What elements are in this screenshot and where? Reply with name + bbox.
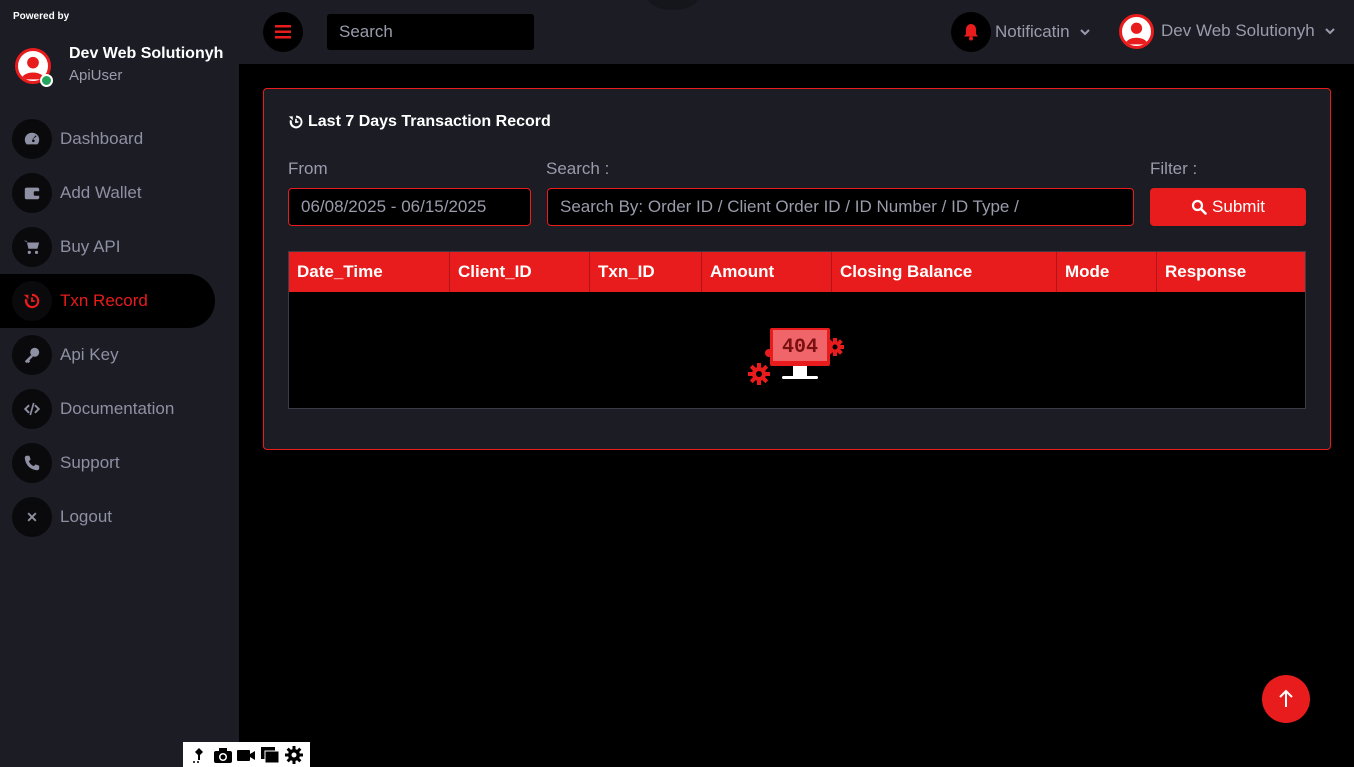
sidebar-item-api-key[interactable]: Api Key [0, 328, 215, 382]
transaction-record-panel: Last 7 Days Transaction Record From Sear… [263, 88, 1331, 450]
key-icon [12, 335, 52, 375]
capture-toolbar [183, 742, 310, 767]
code-icon [12, 389, 52, 429]
history-icon [12, 281, 52, 321]
sidebar-item-txn-record[interactable]: Txn Record [0, 274, 215, 328]
sidebar-item-buy-api[interactable]: Buy API [0, 220, 215, 274]
empty-state-404-illustration: 404 [748, 328, 844, 385]
powered-by-label: Powered by [13, 11, 70, 22]
submit-label: Submit [1212, 197, 1265, 216]
pin-icon[interactable] [189, 746, 209, 764]
notification-label: Notificatin [995, 22, 1070, 41]
sidebar-item-label: Dashboard [60, 129, 144, 148]
filter-label: Filter : [1150, 159, 1198, 178]
gear-icon[interactable] [284, 745, 304, 764]
menu-toggle-button[interactable] [263, 12, 303, 52]
sidebar-item-add-wallet[interactable]: Add Wallet [0, 166, 215, 220]
panel-title-text: Last 7 Days Transaction Record [308, 113, 551, 130]
phone-icon [12, 443, 52, 483]
date-range-field[interactable] [288, 188, 531, 226]
decorative-bump [648, 0, 698, 10]
sidebar-item-label: Txn Record [60, 291, 148, 310]
cart-icon [12, 227, 52, 267]
panel-title: Last 7 Days Transaction Record [288, 113, 551, 131]
chevron-down-icon [1325, 28, 1336, 35]
search-icon [1191, 199, 1207, 215]
topbar: Notificatin Dev Web Solutionyh [239, 0, 1354, 64]
sidebar-item-label: Add Wallet [60, 183, 142, 202]
sidebar-item-support[interactable]: Support [0, 436, 215, 490]
scroll-to-top-button[interactable] [1262, 675, 1310, 723]
notification-dropdown[interactable]: Notificatin [995, 22, 1091, 42]
avatar[interactable] [1119, 14, 1154, 49]
user-name: Dev Web Solutionyh [1161, 21, 1315, 40]
column-header[interactable]: Client_ID [450, 252, 590, 292]
from-label: From [288, 159, 328, 178]
column-header[interactable]: Closing Balance [832, 252, 1057, 292]
submit-button[interactable]: Submit [1150, 188, 1306, 226]
sidebar-item-label: Logout [60, 507, 112, 526]
sidebar-item-label: Support [60, 453, 120, 472]
column-header[interactable]: Amount [702, 252, 832, 292]
column-header[interactable]: Txn_ID [590, 252, 702, 292]
sidebar-item-logout[interactable]: Logout [0, 490, 215, 544]
search-field[interactable] [547, 188, 1134, 226]
notification-button[interactable] [951, 12, 991, 52]
window-icon[interactable] [260, 746, 280, 764]
table-header: Date_Time Client_ID Txn_ID Amount Closin… [289, 252, 1305, 292]
profile-role: ApiUser [69, 67, 123, 84]
sidebar-item-label: Documentation [60, 399, 175, 418]
user-icon [1125, 22, 1148, 45]
search-label: Search : [546, 159, 610, 178]
camera-icon[interactable] [213, 746, 233, 764]
empty-state-text: 404 [782, 336, 818, 359]
sidebar-item-dashboard[interactable]: Dashboard [0, 112, 215, 166]
column-header[interactable]: Response [1157, 252, 1305, 292]
bell-icon [964, 24, 978, 41]
online-status-dot [40, 74, 53, 87]
chevron-down-icon [1080, 29, 1091, 36]
close-icon [12, 497, 52, 537]
arrow-up-icon [1279, 689, 1293, 707]
sidebar-item-documentation[interactable]: Documentation [0, 382, 215, 436]
sidebar-item-label: Buy API [60, 237, 121, 256]
wallet-icon [12, 173, 52, 213]
hamburger-icon [275, 25, 291, 39]
sidebar: Powered by Dev Web Solutionyh ApiUser Da… [0, 0, 239, 767]
date-range-input[interactable] [301, 197, 530, 217]
column-header[interactable]: Date_Time [289, 252, 450, 292]
dashboard-icon [12, 119, 52, 159]
sidebar-item-label: Api Key [60, 345, 119, 364]
search-input[interactable] [327, 14, 534, 50]
user-menu-dropdown[interactable]: Dev Web Solutionyh [1161, 21, 1336, 41]
transaction-table: Date_Time Client_ID Txn_ID Amount Closin… [288, 251, 1306, 409]
profile-name: Dev Web Solutionyh [69, 45, 224, 62]
video-icon[interactable] [236, 746, 256, 764]
history-icon [288, 115, 303, 129]
column-header[interactable]: Mode [1057, 252, 1157, 292]
order-search-input[interactable] [560, 197, 1133, 217]
